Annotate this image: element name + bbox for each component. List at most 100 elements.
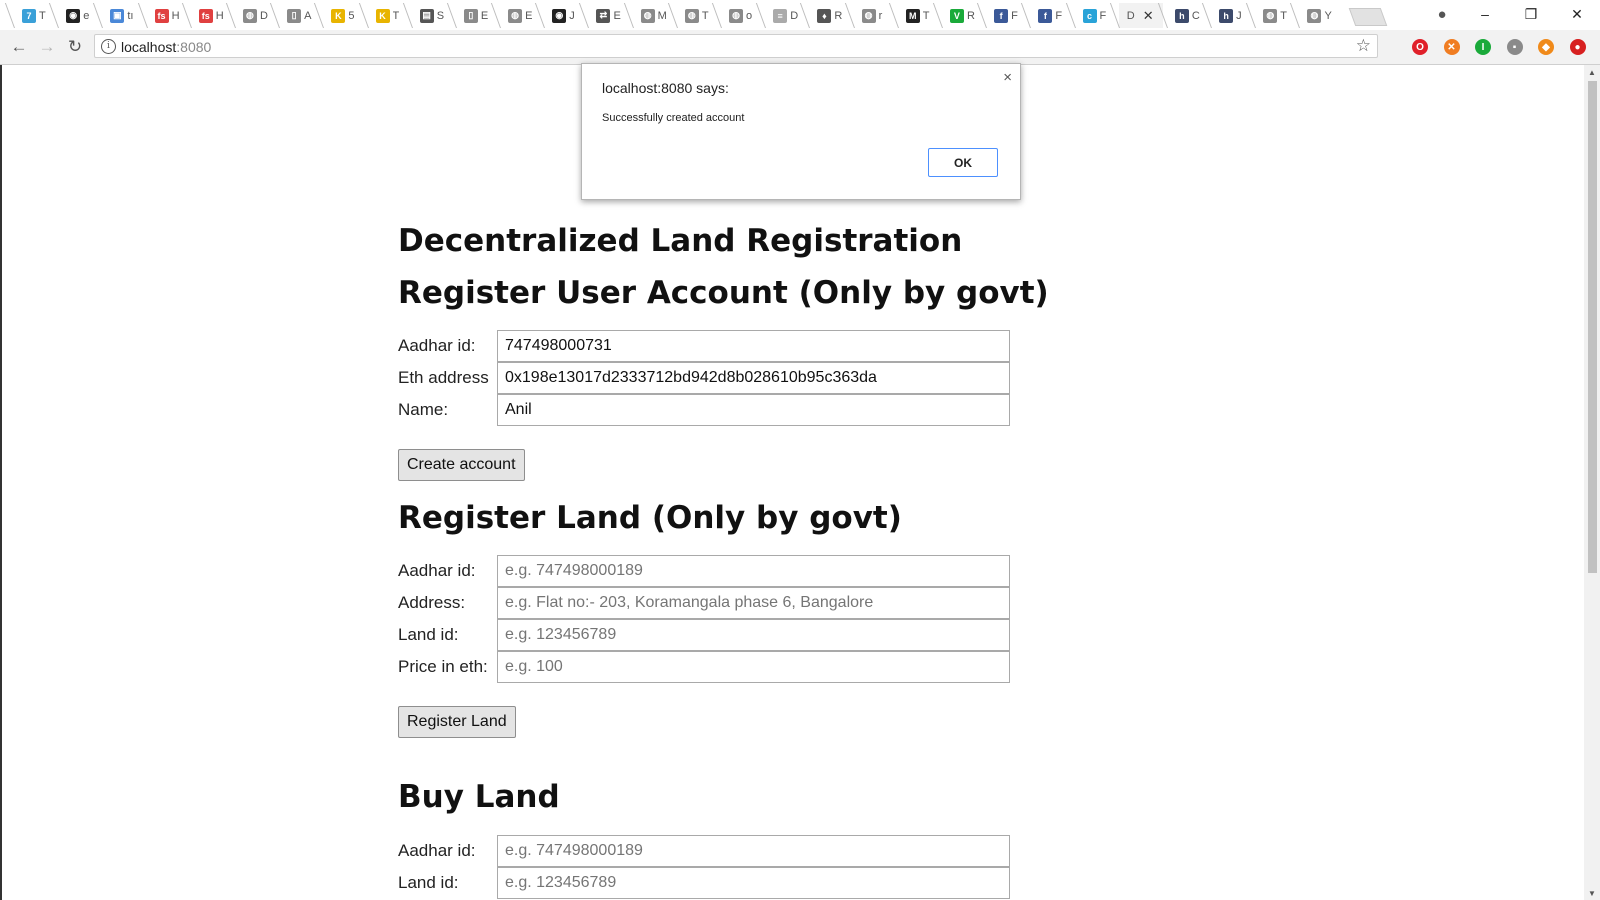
browser-tab[interactable]: ≡ D — [765, 3, 805, 28]
buy-land-id-input[interactable] — [497, 867, 1010, 899]
land-address-input[interactable] — [497, 587, 1010, 619]
browser-tab[interactable]: VR — [942, 3, 982, 28]
tab-favicon-icon: V — [949, 8, 964, 23]
tab-favicon-icon: h — [1174, 8, 1189, 23]
scrollbar-thumb[interactable] — [1588, 81, 1597, 573]
form-row: Eth address — [398, 362, 1018, 394]
land-price-input[interactable] — [497, 651, 1010, 683]
browser-tab[interactable]: D ✕ — [1118, 3, 1163, 28]
record-icon[interactable]: ● — [1569, 39, 1586, 55]
browser-tab[interactable]: ⇄ E — [588, 3, 628, 28]
register-land-button[interactable]: Register Land — [398, 706, 516, 738]
browser-tab[interactable]: ◍ T — [677, 3, 717, 28]
reload-button[interactable]: ↻ — [64, 36, 86, 58]
tab-favicon-icon: fs — [198, 8, 213, 23]
form-row: Aadhar id: — [398, 555, 1018, 587]
browser-tab[interactable]: ▤ S — [412, 3, 452, 28]
tab-label: D — [259, 9, 268, 22]
tab-favicon-icon: ◍ — [1307, 8, 1322, 23]
minimize-button[interactable]: – — [1462, 0, 1508, 28]
tab-close-icon[interactable]: ✕ — [1143, 8, 1154, 24]
browser-tab[interactable]: ▯ A — [279, 3, 319, 28]
dialog-close-icon[interactable]: × — [1003, 69, 1012, 86]
close-window-button[interactable]: ✕ — [1554, 0, 1600, 28]
tab-label: S — [436, 9, 445, 22]
tab-label: F — [1099, 9, 1107, 22]
browser-tab[interactable]: ◍ E — [500, 3, 540, 28]
ublock-icon[interactable]: I — [1475, 39, 1491, 55]
tab-label: Y — [1324, 9, 1332, 22]
browser-tab[interactable]: fF — [986, 3, 1026, 28]
back-button[interactable]: ← — [8, 36, 30, 58]
browser-tab[interactable]: fs H — [191, 3, 231, 28]
user-name-input[interactable] — [497, 394, 1010, 426]
tab-label: o — [746, 9, 753, 22]
browser-tab[interactable]: ◍ T — [1255, 3, 1295, 28]
site-info-icon[interactable]: i — [101, 39, 116, 54]
metamask-icon[interactable]: ◆ — [1538, 39, 1554, 55]
browser-tab[interactable]: fF — [1030, 3, 1070, 28]
tab-favicon-icon: fs — [154, 8, 169, 23]
extension-icon[interactable]: ▪ — [1506, 39, 1523, 55]
forward-button[interactable]: → — [36, 36, 58, 58]
tab-label: R — [966, 9, 975, 22]
form-row: Price in eth: — [398, 651, 1018, 683]
browser-tab[interactable]: ◍ o — [721, 3, 761, 28]
bookmark-star-icon[interactable]: ☆ — [1356, 36, 1371, 56]
address-url[interactable]: localhost:8080 — [121, 39, 211, 55]
field-label: Aadhar id: — [398, 841, 476, 860]
tab-favicon-icon: ▯ — [463, 8, 478, 23]
field-label: Aadhar id: — [398, 336, 476, 355]
browser-tab[interactable]: ◍ Y — [1299, 3, 1339, 28]
tab-label: F — [1011, 9, 1018, 22]
dialog-ok-button[interactable]: OK — [928, 148, 998, 177]
browser-tab[interactable]: ♦ R — [809, 3, 849, 28]
scroll-down-arrow-icon[interactable]: ▼ — [1584, 886, 1600, 900]
tab-label: E — [613, 9, 621, 22]
address-bar[interactable]: i localhost:8080 ☆ — [94, 34, 1378, 58]
browser-tab[interactable]: ▯ E — [456, 3, 496, 28]
browser-tab[interactable]: ▣ tı — [102, 3, 142, 28]
tab-label: T — [701, 9, 709, 22]
browser-tab[interactable]: cF — [1075, 3, 1115, 28]
browser-tab[interactable]: MT — [898, 3, 938, 28]
scroll-up-arrow-icon[interactable]: ▲ — [1584, 65, 1600, 79]
browser-tab[interactable]: fs H — [147, 3, 187, 28]
account-icon[interactable]: ● — [1422, 0, 1462, 28]
tab-label: E — [480, 9, 489, 22]
browser-tab[interactable]: ◍ M — [633, 3, 673, 28]
land-aadhar-input[interactable] — [497, 555, 1010, 587]
opera-icon[interactable]: O — [1412, 39, 1428, 55]
form-row: Name: — [398, 394, 1018, 426]
tab-favicon-icon: 7 — [22, 8, 36, 23]
user-aadhar-input[interactable] — [497, 330, 1010, 362]
buy-aadhar-input[interactable] — [497, 835, 1010, 867]
browser-tab[interactable]: K5 — [323, 3, 363, 28]
browser-tab[interactable]: ◍ D — [235, 3, 275, 28]
browser-tab[interactable]: ◍ r — [854, 3, 894, 28]
browser-tab[interactable]: KT — [368, 3, 408, 28]
tab-label: M — [657, 9, 667, 22]
browser-tab[interactable]: 7T — [14, 3, 54, 28]
create-account-button[interactable]: Create account — [398, 449, 525, 481]
browser-tab[interactable]: ◉ e — [58, 3, 98, 28]
user-eth-address-input[interactable] — [497, 362, 1010, 394]
restore-button[interactable]: ❐ — [1508, 0, 1554, 28]
crossfire-icon[interactable]: ✕ — [1443, 39, 1460, 55]
browser-tab[interactable]: ◉ J — [544, 3, 584, 28]
page-scrollbar[interactable]: ▲ ▼ — [1584, 65, 1600, 900]
browser-tab[interactable]: hJ — [1211, 3, 1251, 28]
tab-favicon-icon: c — [1082, 8, 1097, 23]
land-id-input[interactable] — [497, 619, 1010, 651]
tab-label: D — [790, 9, 799, 22]
field-label: Aadhar id: — [398, 561, 476, 580]
tab-favicon-icon: f — [1038, 8, 1053, 23]
tab-label: T — [922, 9, 930, 22]
tab-favicon-icon: ♦ — [817, 8, 832, 23]
browser-tab[interactable]: hC — [1167, 3, 1207, 28]
field-label: Name: — [398, 400, 449, 419]
dialog-title: localhost:8080 says: — [602, 80, 729, 96]
form-row: Aadhar id: — [398, 330, 1018, 362]
register-user-heading: Register User Account (Only by govt) — [398, 275, 1049, 311]
new-tab-button[interactable] — [1348, 8, 1387, 26]
